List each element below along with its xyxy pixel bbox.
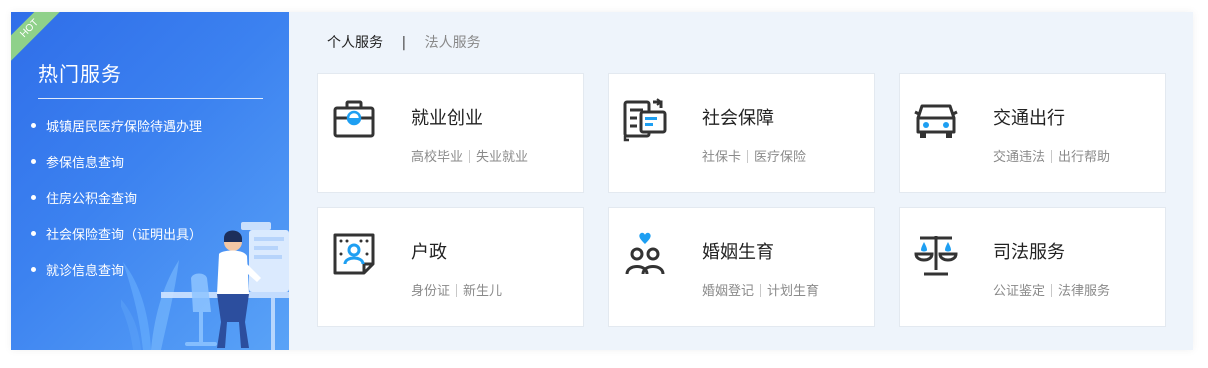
- card-employment[interactable]: 就业创业 高校毕业 失业就业: [317, 73, 584, 193]
- person-at-computer-illustration: [121, 222, 289, 350]
- card-marriage-birth[interactable]: 婚姻生育 婚姻登记 计划生育: [608, 207, 875, 327]
- tab-separator: |: [401, 35, 407, 51]
- social-security-card-icon: [623, 98, 667, 142]
- hot-divider: [38, 98, 263, 99]
- services-panel: HOT 热门服务 城镇居民医疗保险待遇办理 参保信息查询 住房公积金查询 社会保…: [11, 12, 1193, 350]
- link-divider: [747, 150, 749, 163]
- card-title: 就业创业: [411, 108, 483, 129]
- bullet-icon: [31, 123, 36, 128]
- bullet-icon: [31, 231, 36, 236]
- card-social-security[interactable]: 社会保障 社保卡 医疗保险: [608, 73, 875, 193]
- hot-services-sidebar: HOT 热门服务 城镇居民医疗保险待遇办理 参保信息查询 住房公积金查询 社会保…: [11, 12, 289, 350]
- scales-icon: [914, 236, 958, 276]
- card-judicial-services[interactable]: 司法服务 公证鉴定 法律服务: [899, 207, 1166, 327]
- card-transportation[interactable]: 交通出行 交通违法 出行帮助: [899, 73, 1166, 193]
- hot-services-title: 热门服务: [38, 62, 122, 86]
- link-family-planning[interactable]: 计划生育: [767, 284, 819, 299]
- link-graduates[interactable]: 高校毕业: [411, 150, 463, 165]
- bullet-icon: [31, 267, 36, 272]
- link-divider: [1051, 150, 1053, 163]
- bullet-icon: [31, 159, 36, 164]
- link-divider: [469, 150, 471, 163]
- link-divider: [1051, 284, 1053, 297]
- briefcase-icon: [333, 100, 375, 138]
- link-traffic-violation[interactable]: 交通违法: [993, 150, 1045, 165]
- card-links: 社保卡 医疗保险: [702, 146, 806, 165]
- link-newborn[interactable]: 新生儿: [463, 284, 502, 299]
- service-tabs: 个人服务 | 法人服务: [327, 32, 481, 54]
- card-household-registration[interactable]: 户政 身份证 新生儿: [317, 207, 584, 327]
- card-links: 婚姻登记 计划生育: [702, 280, 819, 299]
- link-divider: [760, 284, 762, 297]
- card-title: 司法服务: [993, 242, 1065, 263]
- card-links: 身份证 新生儿: [411, 280, 502, 299]
- link-travel-help[interactable]: 出行帮助: [1058, 150, 1110, 165]
- link-notary[interactable]: 公证鉴定: [993, 284, 1045, 299]
- bullet-icon: [31, 195, 36, 200]
- link-id-card[interactable]: 身份证: [411, 284, 450, 299]
- link-unemployment[interactable]: 失业就业: [476, 150, 528, 165]
- card-links: 公证鉴定 法律服务: [993, 280, 1110, 299]
- link-medical-insurance[interactable]: 医疗保险: [754, 150, 806, 165]
- link-marriage-registration[interactable]: 婚姻登记: [702, 284, 754, 299]
- card-title: 社会保障: [702, 108, 774, 129]
- card-links: 高校毕业 失业就业: [411, 146, 528, 165]
- hot-item-medical-insurance[interactable]: 城镇居民医疗保险待遇办理: [31, 118, 202, 154]
- tab-personal-services[interactable]: 个人服务: [327, 32, 383, 54]
- car-icon: [914, 104, 958, 138]
- link-social-card[interactable]: 社保卡: [702, 150, 741, 165]
- link-legal-services[interactable]: 法律服务: [1058, 284, 1110, 299]
- card-title: 交通出行: [993, 108, 1065, 129]
- household-certificate-icon: [333, 233, 375, 275]
- couple-heart-icon: [625, 232, 665, 275]
- card-title: 婚姻生育: [702, 242, 774, 263]
- card-title: 户政: [411, 242, 447, 263]
- card-links: 交通违法 出行帮助: [993, 146, 1110, 165]
- link-divider: [456, 284, 458, 297]
- tab-legal-entity-services[interactable]: 法人服务: [425, 32, 481, 54]
